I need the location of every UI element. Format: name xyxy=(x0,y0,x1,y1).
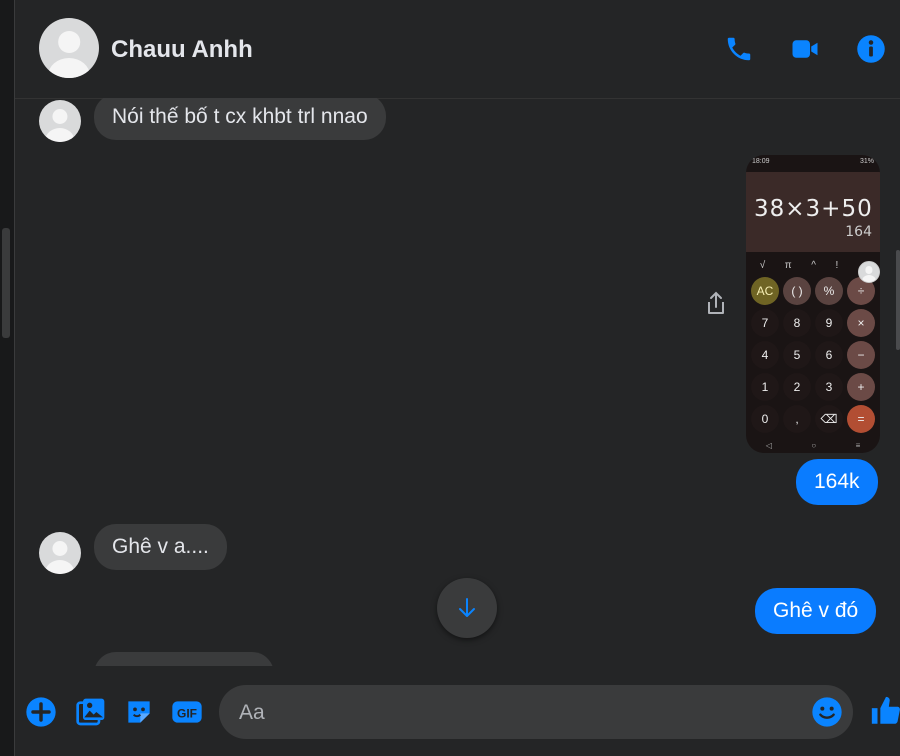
incoming-message-partial[interactable] xyxy=(94,652,274,666)
calc-key: × xyxy=(847,309,875,337)
func-key: ! xyxy=(835,260,839,271)
calculator-keypad: AC ( ) % ÷ 7 8 9 × 4 5 6 − 1 2 3 + 0 , ⌫… xyxy=(746,275,880,435)
outgoing-message[interactable]: Ghê v đó xyxy=(755,588,877,634)
incoming-message[interactable]: Nói thế bố t cx khbt trl nnao xyxy=(94,98,386,140)
calc-key: + xyxy=(847,373,875,401)
calculator-display: 38×3+50 164 xyxy=(746,172,880,252)
sidebar-scrollbar[interactable] xyxy=(2,228,10,338)
calc-key: 2 xyxy=(783,373,811,401)
arrow-down-icon xyxy=(459,598,475,617)
photo-icon[interactable] xyxy=(75,696,107,728)
calc-key: % xyxy=(815,277,843,305)
image-status-bar: 18:09 31% xyxy=(746,155,880,172)
calc-key: ( ) xyxy=(783,277,811,305)
message-composer: GIF xyxy=(15,666,900,756)
nav-menu: ≡ xyxy=(855,441,861,450)
scroll-to-bottom-button[interactable] xyxy=(437,578,497,638)
func-key: π xyxy=(784,260,792,271)
contact-avatar[interactable] xyxy=(39,18,99,78)
sidebar-edge xyxy=(0,0,15,756)
calculator-result: 164 xyxy=(845,224,872,240)
video-call-icon[interactable] xyxy=(790,34,820,64)
calc-key: 0 xyxy=(751,405,779,433)
incoming-message[interactable]: Ghê v a.... xyxy=(94,524,227,570)
message-avatar[interactable] xyxy=(39,532,81,574)
nav-home: ○ xyxy=(811,441,817,450)
func-key: √ xyxy=(759,260,766,271)
calc-key: AC xyxy=(751,277,779,305)
calc-key: 4 xyxy=(751,341,779,369)
calc-key: 6 xyxy=(815,341,843,369)
calc-key: − xyxy=(847,341,875,369)
image-status-time: 18:09 xyxy=(752,158,770,165)
calc-key: 3 xyxy=(815,373,843,401)
calc-key: = xyxy=(847,405,875,433)
message-avatar[interactable] xyxy=(39,100,81,142)
calc-key: , xyxy=(783,405,811,433)
conversation-area: Nói thế bố t cx khbt trl nnao 18:09 31% … xyxy=(15,98,900,666)
calc-key: 9 xyxy=(815,309,843,337)
calculator-expression: 38×3+50 xyxy=(754,196,873,222)
image-nav-bar: ◁ ○ ≡ xyxy=(746,435,880,450)
like-icon[interactable] xyxy=(869,694,900,728)
calc-key: 8 xyxy=(783,309,811,337)
share-icon[interactable] xyxy=(704,291,728,317)
calc-key: 1 xyxy=(751,373,779,401)
message-input[interactable] xyxy=(237,685,801,741)
outgoing-message[interactable]: 164k xyxy=(796,459,878,505)
func-key: ^ xyxy=(811,260,816,271)
calc-key: 5 xyxy=(783,341,811,369)
header-actions xyxy=(724,34,886,64)
chat-header: Chauu Anhh xyxy=(15,0,900,99)
gif-icon[interactable]: GIF xyxy=(171,696,203,728)
phone-icon[interactable] xyxy=(724,34,754,64)
nav-back: ◁ xyxy=(765,441,772,450)
add-icon[interactable] xyxy=(25,696,57,728)
read-receipt-avatar xyxy=(858,261,880,283)
calculator-screenshot-image[interactable]: 18:09 31% 38×3+50 164 √ π ^ ! ⌄ AC ( ) %… xyxy=(746,155,880,453)
image-status-battery: 31% xyxy=(859,158,874,165)
info-icon[interactable] xyxy=(856,34,886,64)
emoji-icon[interactable] xyxy=(811,696,843,728)
contact-name[interactable]: Chauu Anhh xyxy=(111,36,253,64)
message-input-container xyxy=(219,685,853,741)
sticker-icon[interactable] xyxy=(123,696,155,728)
calc-key: 7 xyxy=(751,309,779,337)
calc-key: ⌫ xyxy=(815,405,843,433)
svg-text:GIF: GIF xyxy=(177,706,197,720)
